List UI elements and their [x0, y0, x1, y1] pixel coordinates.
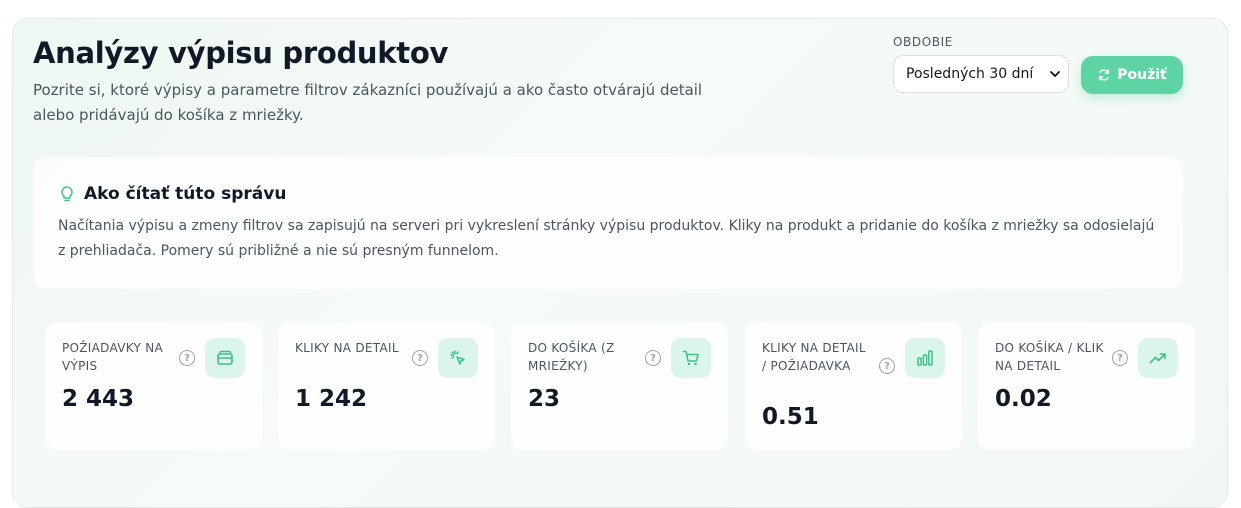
stat-icon-box [205, 338, 245, 378]
help-icon[interactable]: ? [1112, 350, 1128, 366]
stat-card-listing-requests: Požiadavky na výpis 2 443 ? [45, 322, 262, 450]
stat-card-detail-per-request: Kliky na detail / požiadavka 0.51 ? [745, 322, 962, 450]
apply-button-label: Použiť [1117, 67, 1167, 83]
stat-label: Požiadavky na výpis [62, 341, 164, 373]
period-select-value: Posledných 30 dní [906, 66, 1034, 82]
stat-icon-box [438, 338, 478, 378]
period-select[interactable]: Posledných 30 dní [893, 55, 1069, 93]
help-icon[interactable]: ? [179, 350, 195, 366]
bar-chart-icon [917, 350, 933, 366]
info-text: Načítania výpisu a zmeny filtrov sa zapi… [58, 218, 1155, 259]
lightbulb-icon [61, 186, 73, 202]
page-subtitle: Pozrite si, ktoré výpisy a parametre fil… [33, 81, 703, 124]
stat-value: 0.51 [762, 404, 819, 430]
stat-icon-box [671, 338, 711, 378]
stat-card-cart-per-click: Do košíka / klik na detail 0.02 ? [978, 322, 1195, 450]
stat-icon-box [1138, 338, 1178, 378]
chevron-down-icon [1050, 71, 1060, 77]
info-panel: Ako čítať túto správu Načítania výpisu a… [33, 157, 1183, 289]
stat-card-detail-clicks: Kliky na detail 1 242 ? [278, 322, 495, 450]
page-title: Analýzy výpisu produktov [33, 36, 449, 70]
stat-value: 2 443 [62, 386, 135, 412]
stat-label: Do košíka (z mriežky) [528, 341, 615, 373]
refresh-icon [1099, 69, 1110, 81]
info-title: Ako čítať túto správu [84, 184, 287, 204]
trending-up-icon [1149, 353, 1166, 364]
stat-label: Kliky na detail / požiadavka [762, 341, 866, 373]
apply-button[interactable]: Použiť [1081, 56, 1183, 94]
cart-icon [682, 350, 699, 366]
pointer-click-icon [450, 350, 465, 365]
stat-icon-box [905, 338, 945, 378]
stat-label: Kliky na detail [295, 341, 399, 355]
stat-value: 0.02 [995, 386, 1052, 412]
wallet-icon [217, 350, 233, 365]
stat-label: Do košíka / klik na detail [995, 341, 1104, 373]
stat-value: 23 [528, 386, 561, 412]
help-icon[interactable]: ? [645, 350, 661, 366]
period-label: OBDOBIE [893, 35, 953, 49]
stat-value: 1 242 [295, 386, 368, 412]
help-icon[interactable]: ? [412, 350, 428, 366]
stat-card-add-to-cart: Do košíka (z mriežky) 23 ? [511, 322, 728, 450]
help-icon[interactable]: ? [879, 358, 895, 374]
